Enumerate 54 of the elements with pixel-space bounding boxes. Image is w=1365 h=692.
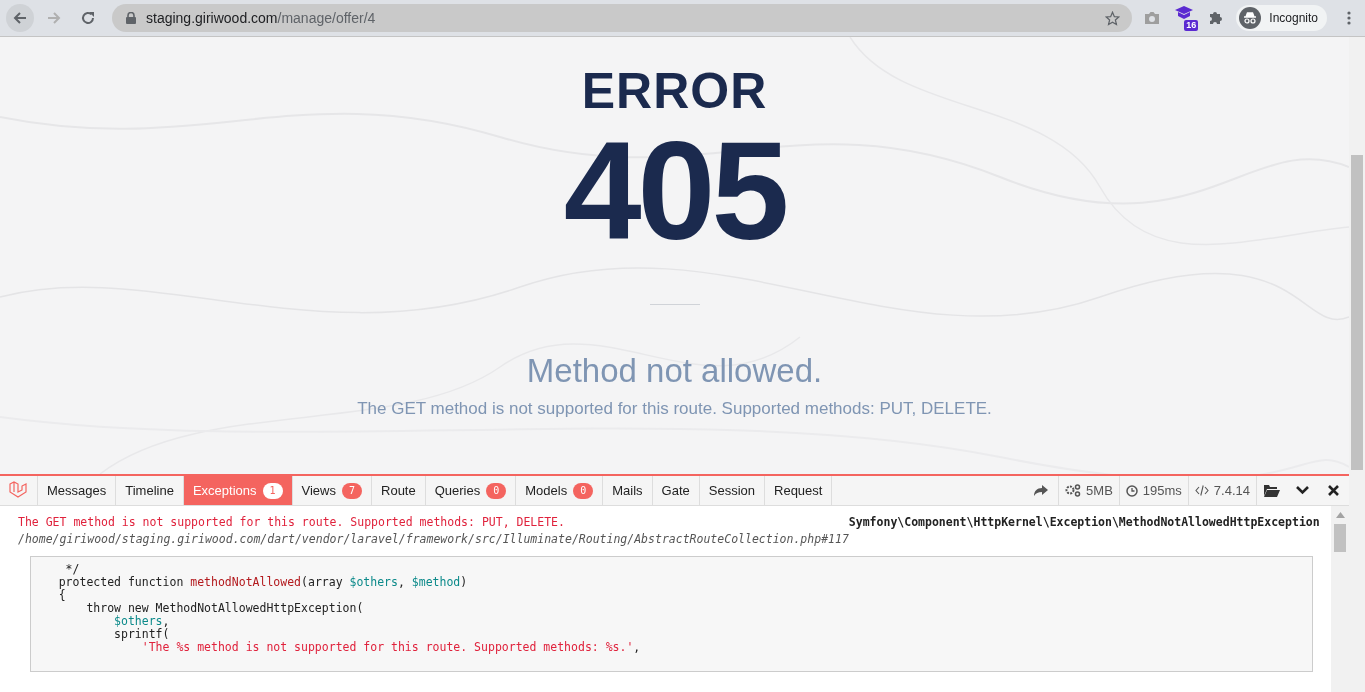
back-arrow-icon bbox=[12, 10, 28, 26]
stat-value: 5MB bbox=[1086, 483, 1113, 498]
url-text: staging.giriwood.com/manage/offer/4 bbox=[146, 10, 377, 26]
debugbar-tab[interactable]: Session bbox=[698, 476, 764, 505]
close-icon[interactable] bbox=[1328, 485, 1339, 496]
code-line: */ bbox=[64, 563, 80, 576]
debugbar-tab[interactable]: Queries 0 bbox=[424, 476, 516, 505]
count-badge: 7 bbox=[342, 482, 362, 499]
clock-icon bbox=[1125, 484, 1138, 497]
code-line: sprintf( bbox=[113, 628, 170, 641]
code-line: { bbox=[57, 589, 66, 602]
debugbar-tab[interactable]: Mails bbox=[602, 476, 652, 505]
code-line: 'The %s method is not supported for this route. Supported methods: %s.', bbox=[141, 641, 641, 654]
bookmark-star-icon[interactable] bbox=[1105, 10, 1121, 26]
exception-class: Symfony\Component\HttpKernel\Exception\MethodNotAllowedHttpException bbox=[848, 514, 1320, 531]
puzzle-icon[interactable] bbox=[1208, 10, 1225, 26]
debugbar-tab[interactable]: Messages bbox=[37, 476, 116, 505]
exception-file-path: /home/giriwood/staging.giriwood.com/dart/vendor/laravel/framework/src/Illuminate/Routing/AbstractRouteCollection.php#117 bbox=[18, 531, 849, 548]
scroll-thumb[interactable] bbox=[1351, 155, 1363, 470]
reload-icon[interactable] bbox=[80, 10, 96, 26]
incognito-icon bbox=[1239, 7, 1262, 29]
lock-icon bbox=[126, 12, 136, 24]
extension-badge: 16 bbox=[1184, 20, 1199, 31]
debugbar-tab[interactable]: Gate bbox=[651, 476, 699, 505]
stat-value: 195ms bbox=[1142, 483, 1182, 498]
folder-icon[interactable] bbox=[1264, 484, 1280, 497]
memory-icon bbox=[1065, 484, 1082, 497]
menu-icon[interactable] bbox=[1347, 11, 1351, 25]
count-badge: 0 bbox=[573, 482, 594, 499]
debugbar-tab[interactable]: Request bbox=[764, 476, 833, 505]
address-bar[interactable]: staging.giriwood.com/manage/offer/4 bbox=[112, 4, 1133, 32]
code-icon bbox=[1194, 485, 1209, 496]
error-title: Method not allowed. bbox=[526, 351, 823, 391]
error-label: ERROR bbox=[581, 62, 768, 120]
debugbar-tab[interactable]: Timeline bbox=[115, 476, 183, 505]
code-line: protected function methodNotAllowed(array $others, $method) bbox=[57, 576, 468, 589]
profile-button[interactable]: Incognito bbox=[1236, 5, 1327, 31]
debugbar-tab[interactable]: Route bbox=[371, 476, 425, 505]
chevron-down-icon[interactable] bbox=[1296, 486, 1309, 495]
back-button[interactable] bbox=[6, 4, 34, 32]
scroll-thumb[interactable] bbox=[1334, 524, 1346, 552]
stat-value: 7.4.14 bbox=[1213, 483, 1250, 498]
page-scrollbar[interactable] bbox=[1349, 37, 1365, 692]
debugbar-tab[interactable]: Views 7 bbox=[291, 476, 371, 505]
error-message: The GET method is not supported for this route. Supported methods: PUT, DELETE. bbox=[357, 399, 992, 419]
count-badge: 0 bbox=[486, 482, 507, 499]
share-icon[interactable] bbox=[1034, 484, 1049, 497]
error-code: 405 bbox=[563, 120, 786, 262]
code-line: $others, bbox=[113, 615, 170, 628]
count-badge: 1 bbox=[262, 482, 283, 499]
exception-message: The GET method is not supported for this route. Supported methods: PUT, DELETE. bbox=[18, 514, 566, 531]
panel-scrollbar[interactable] bbox=[1331, 506, 1349, 692]
code-line: throw new MethodNotAllowedHttpException( bbox=[85, 602, 364, 615]
debugbar-tab[interactable]: Models 0 bbox=[515, 476, 603, 505]
